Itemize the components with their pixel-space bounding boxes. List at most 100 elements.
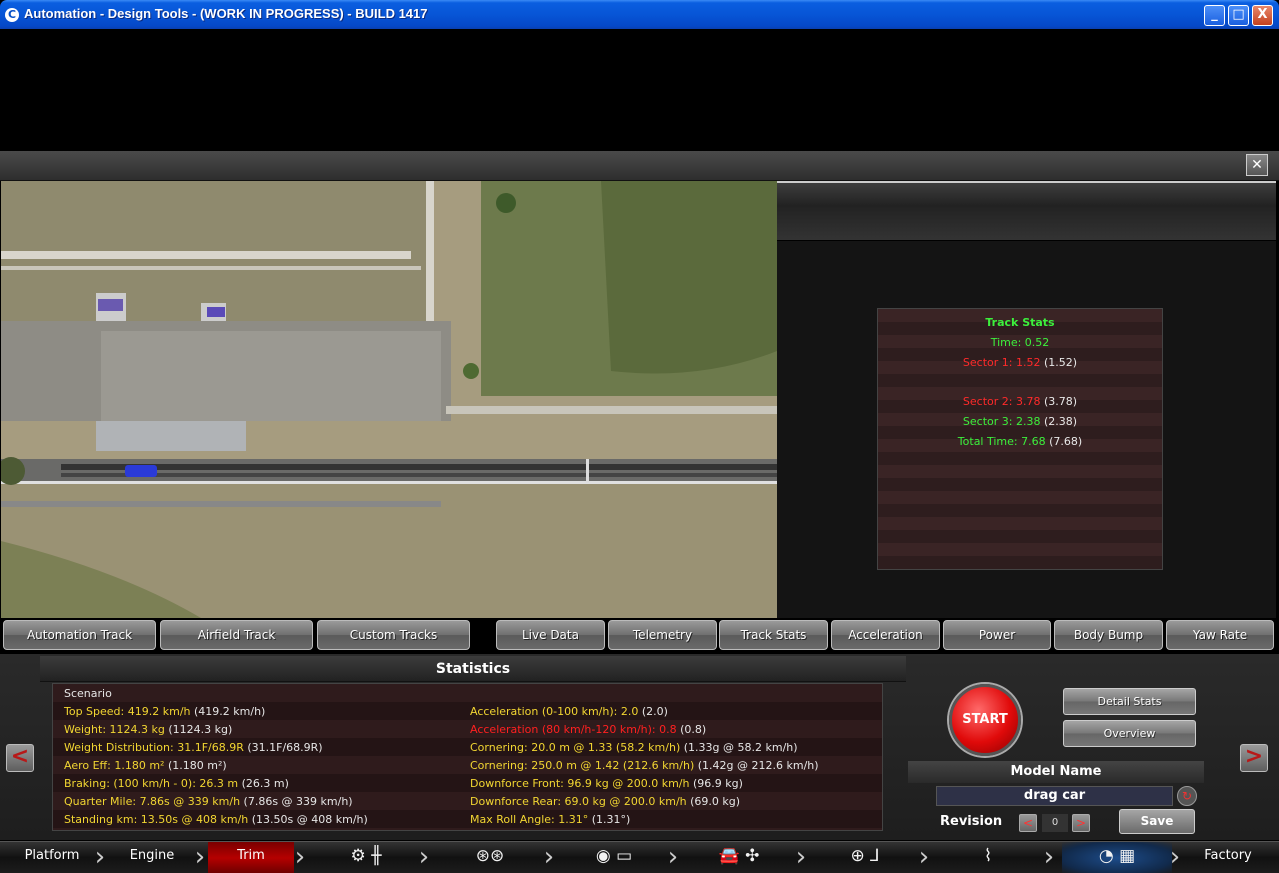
stat-value: Acceleration (0-100 km/h): 2.0: [470, 705, 639, 718]
maximize-button[interactable]: □: [1228, 5, 1249, 26]
stat-ref: (1.180 m²): [167, 759, 227, 772]
window-titlebar: C Automation - Design Tools - (WORK IN P…: [0, 0, 1279, 29]
stat-value: Cornering: 20.0 m @ 1.33 (58.2 km/h): [470, 741, 681, 754]
close-test-view-button[interactable]: ✕: [1246, 154, 1268, 176]
total-time-best: (7.68): [1049, 435, 1083, 448]
start-button[interactable]: START: [949, 684, 1021, 756]
stat-cornering-250m: Cornering: 250.0 m @ 1.42 (212.6 km/h) (…: [470, 757, 819, 775]
total-time: Total Time: 7.68 (7.68): [878, 432, 1162, 452]
car-marker: [125, 465, 157, 477]
brake-body-icon: ◉ ▭: [595, 846, 633, 866]
stat-ref: (419.2 km/h): [194, 705, 266, 718]
nav-factory[interactable]: Factory: [1186, 842, 1270, 873]
revision-label: Revision: [940, 814, 1003, 829]
sector-2-value: Sector 2: 3.78: [962, 395, 1041, 408]
stat-weight-distribution: Weight Distribution: 31.1F/68.9R (31.1F/…: [64, 739, 323, 757]
chevron-right-icon: ›: [194, 842, 206, 872]
chevron-right-icon: ›: [543, 842, 555, 872]
overview-button[interactable]: Overview: [1063, 720, 1196, 747]
nav-drivetrain[interactable]: ⚙ ╫: [316, 842, 416, 873]
stat-accel-0-100: Acceleration (0-100 km/h): 2.0 (2.0): [470, 703, 668, 721]
stat-standing-km: Standing km: 13.50s @ 408 km/h (13.50s @…: [64, 811, 368, 829]
stat-ref: (2.0): [641, 705, 668, 718]
chevron-right-icon: ›: [918, 842, 930, 872]
close-window-button[interactable]: X: [1252, 5, 1273, 26]
tab-live-data[interactable]: Live Data: [496, 620, 605, 650]
nav-aero[interactable]: 🚘 ✣: [684, 842, 794, 873]
test-flag-icon: ◔ ▦: [1098, 846, 1136, 866]
tab-track-stats[interactable]: Track Stats: [719, 620, 828, 650]
wheels-icon: ⊛⊛: [475, 846, 505, 866]
car-fan-icon: 🚘 ✣: [718, 846, 760, 866]
revision-value: 0: [1042, 814, 1068, 832]
scenario-label: Scenario: [64, 687, 112, 700]
nav-brakes-body[interactable]: ◉ ▭: [564, 842, 664, 873]
tab-airfield-track[interactable]: Airfield Track: [160, 620, 313, 650]
tab-custom-tracks[interactable]: Custom Tracks: [317, 620, 470, 650]
track-stats-title: Track Stats: [985, 316, 1055, 329]
tab-power[interactable]: Power: [943, 620, 1051, 650]
model-name-input[interactable]: drag car: [936, 786, 1173, 806]
sector-3: Sector 3: 2.38 (2.38): [878, 412, 1162, 432]
tab-yaw-rate[interactable]: Yaw Rate: [1166, 620, 1274, 650]
tab-automation-track[interactable]: Automation Track: [3, 620, 156, 650]
chevron-right-icon: ›: [667, 842, 679, 872]
statistics-box: Scenario Top Speed: 419.2 km/h (419.2 km…: [52, 683, 883, 831]
telemetry-panel: Track Stats Time: 0.52 Sector 1: 1.52 (1…: [777, 181, 1276, 618]
stat-ref: (7.86s @ 339 km/h): [243, 795, 353, 808]
stat-value: Downforce Front: 96.9 kg @ 200.0 km/h: [470, 777, 690, 790]
save-button[interactable]: Save: [1119, 809, 1195, 834]
stat-ref: (96.9 kg): [692, 777, 743, 790]
nav-testing[interactable]: ◔ ▦: [1062, 842, 1172, 873]
stat-value: Cornering: 250.0 m @ 1.42 (212.6 km/h): [470, 759, 695, 772]
stat-braking: Braking: (100 km/h - 0): 26.3 m (26.3 m): [64, 775, 289, 793]
track-time: Time: 0.52: [990, 336, 1050, 349]
prev-arrow-button[interactable]: <: [6, 744, 34, 772]
stat-value: Aero Eff: 1.180 m²: [64, 759, 165, 772]
sector-2: Sector 2: 3.78 (3.78): [878, 392, 1162, 412]
nav-engine[interactable]: Engine: [110, 842, 194, 873]
stat-value: Standing km: 13.50s @ 408 km/h: [64, 813, 249, 826]
revision-prev-button[interactable]: <: [1019, 814, 1037, 832]
stat-top-speed: Top Speed: 419.2 km/h (419.2 km/h): [64, 703, 265, 721]
stat-ref: (26.3 m): [241, 777, 289, 790]
nav-platform[interactable]: Platform: [10, 842, 94, 873]
stat-quarter-mile: Quarter Mile: 7.86s @ 339 km/h (7.86s @ …: [64, 793, 353, 811]
tab-acceleration[interactable]: Acceleration: [831, 620, 940, 650]
app-icon: C: [5, 8, 19, 22]
window-title: Automation - Design Tools - (WORK IN PRO…: [24, 6, 428, 21]
refresh-icon[interactable]: ↻: [1177, 786, 1197, 806]
next-arrow-button[interactable]: >: [1240, 744, 1268, 772]
stat-max-roll-angle: Max Roll Angle: 1.31° (1.31°): [470, 811, 630, 829]
tab-body-bump[interactable]: Body Bump: [1054, 620, 1163, 650]
stat-value: Downforce Rear: 69.0 kg @ 200.0 km/h: [470, 795, 687, 808]
sector-3-value: Sector 3: 2.38: [962, 415, 1041, 428]
stat-ref: (1.42g @ 212.6 km/h): [697, 759, 819, 772]
stat-ref: (1.31°): [591, 813, 631, 826]
nav-trim[interactable]: Trim: [208, 842, 294, 873]
stat-cornering-20m: Cornering: 20.0 m @ 1.33 (58.2 km/h) (1.…: [470, 739, 798, 757]
revision-next-button[interactable]: >: [1072, 814, 1090, 832]
nav-suspension[interactable]: ⌇: [938, 842, 1038, 873]
detail-stats-button[interactable]: Detail Stats: [1063, 688, 1196, 715]
stat-value: Braking: (100 km/h - 0): 26.3 m: [64, 777, 239, 790]
scene-viewport: [0, 29, 1279, 151]
stat-value: Acceleration (80 km/h-120 km/h): 0.8: [470, 723, 677, 736]
nav-wheels[interactable]: ⊛⊛: [440, 842, 540, 873]
chevron-right-icon: ›: [1169, 842, 1181, 872]
sector-1: Sector 1: 1.52 (1.52): [878, 353, 1162, 373]
minimize-button[interactable]: _: [1204, 5, 1225, 26]
stat-ref: (13.50s @ 408 km/h): [251, 813, 368, 826]
stat-ref: (31.1F/68.9R): [247, 741, 323, 754]
panel-header-band: [777, 183, 1276, 241]
gear-shifter-icon: ⚙ ╫: [350, 846, 382, 866]
stat-downforce-rear: Downforce Rear: 69.0 kg @ 200.0 km/h (69…: [470, 793, 740, 811]
steering-seat-icon: ⊕ ⅃: [850, 846, 880, 866]
stat-downforce-front: Downforce Front: 96.9 kg @ 200.0 km/h (9…: [470, 775, 743, 793]
nav-interior[interactable]: ⊕ ⅃: [815, 842, 915, 873]
tab-telemetry[interactable]: Telemetry: [608, 620, 717, 650]
chevron-right-icon: ›: [795, 842, 807, 872]
bottom-nav: Platform › Engine › Trim › ⚙ ╫ › ⊛⊛ › ◉ …: [0, 841, 1279, 873]
stat-weight: Weight: 1124.3 kg (1124.3 kg): [64, 721, 232, 739]
